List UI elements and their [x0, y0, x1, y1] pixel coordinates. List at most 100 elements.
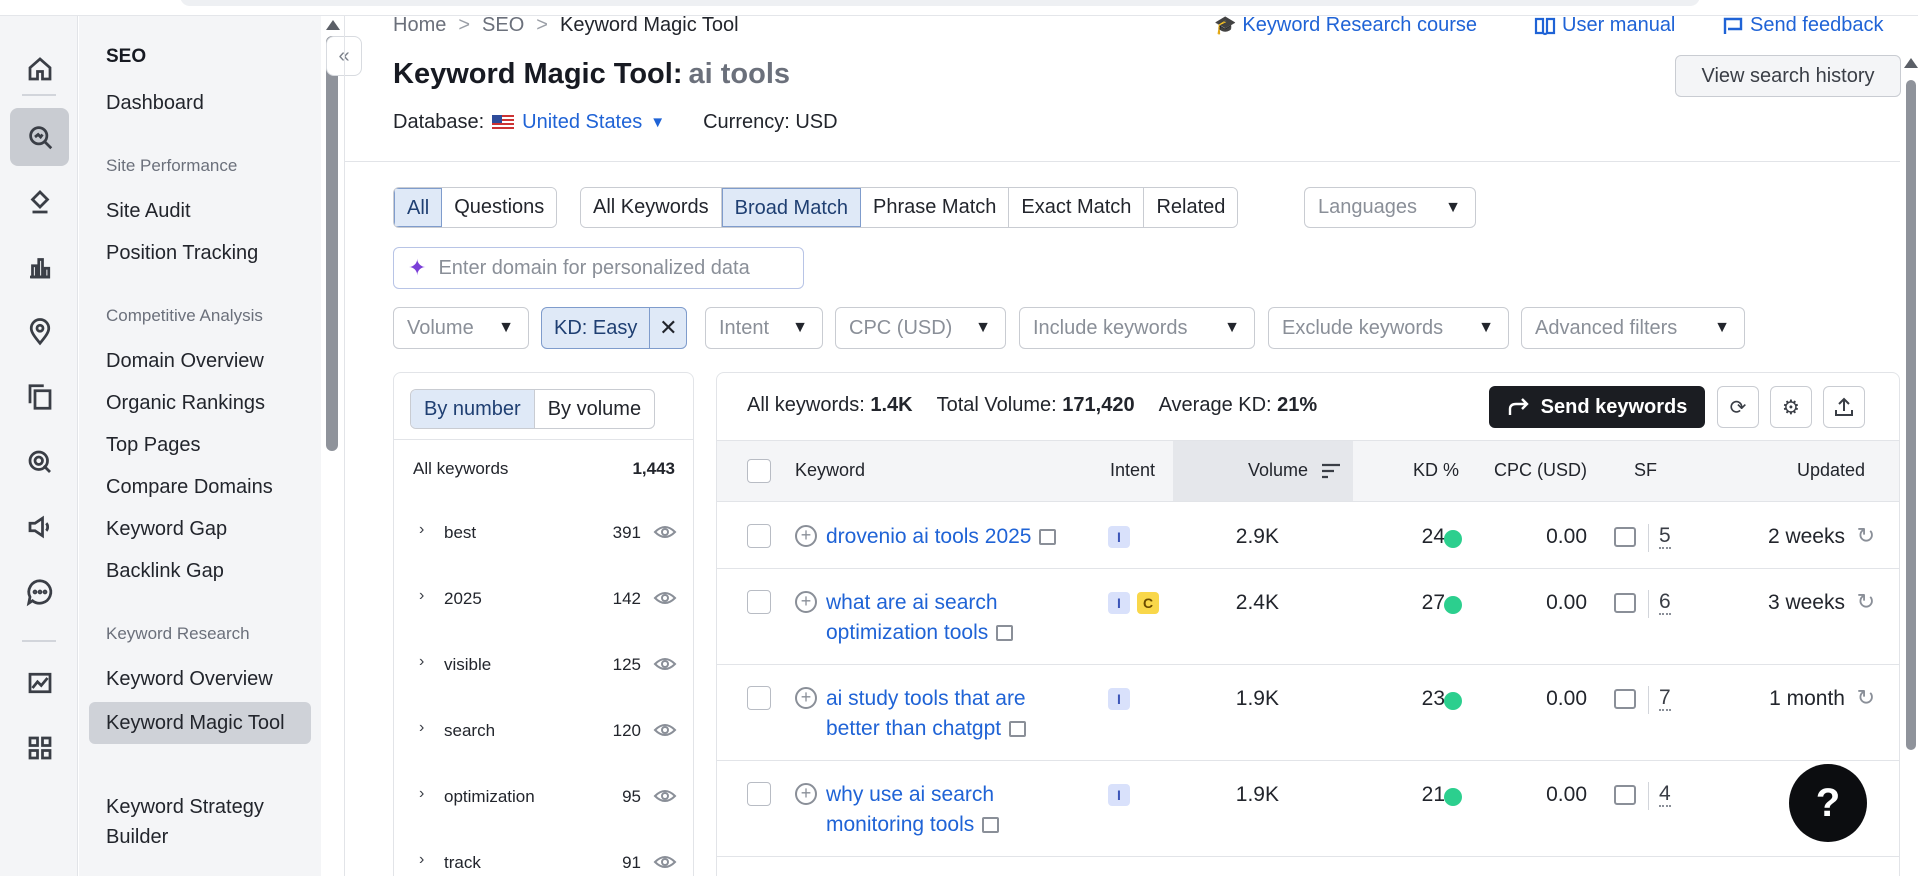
tab-related[interactable]: Related — [1144, 188, 1238, 227]
serp-snapshot-icon[interactable] — [1009, 721, 1027, 738]
nav-item-position-tracking[interactable]: Position Tracking — [106, 242, 258, 265]
page-scrollbar[interactable] — [1906, 80, 1916, 750]
serp-snapshot-icon[interactable] — [996, 625, 1014, 642]
column-kd[interactable]: KD % — [1413, 460, 1459, 481]
content-icon[interactable] — [10, 368, 69, 426]
refresh-button[interactable]: ⟳ — [1717, 386, 1759, 428]
nav-item-top-pages[interactable]: Top Pages — [106, 434, 201, 457]
column-keyword[interactable]: Keyword — [795, 460, 865, 481]
languages-dropdown[interactable]: Languages ▼ — [1304, 187, 1476, 228]
group-row[interactable]: › 2025 142 — [394, 585, 693, 615]
local-icon[interactable] — [10, 173, 69, 231]
row-checkbox[interactable] — [747, 686, 771, 710]
chat-icon[interactable] — [10, 563, 69, 621]
eye-icon[interactable] — [653, 587, 677, 609]
settings-button[interactable]: ⚙ — [1770, 386, 1812, 428]
sort-icon[interactable] — [1321, 463, 1341, 479]
sf-count[interactable]: 5 — [1659, 525, 1671, 549]
nav-item-keyword-gap[interactable]: Keyword Gap — [106, 518, 227, 541]
chevron-right-icon[interactable]: › — [419, 653, 424, 671]
group-row[interactable]: › visible 125 — [394, 651, 693, 681]
view-search-history-button[interactable]: View search history — [1675, 55, 1901, 97]
chevron-right-icon[interactable]: › — [419, 521, 424, 539]
add-keyword-icon[interactable]: + — [795, 783, 817, 805]
tab-all-keywords[interactable]: All Keywords — [581, 188, 722, 227]
tab-broad-match[interactable]: Broad Match — [721, 188, 861, 227]
eye-icon[interactable] — [653, 851, 677, 873]
keyword-research-course-link[interactable]: 🎓 Keyword Research course — [1214, 14, 1477, 37]
sf-count[interactable]: 4 — [1659, 783, 1671, 807]
nav-item-backlink-gap[interactable]: Backlink Gap — [106, 560, 224, 583]
table-row[interactable]: + drovenio ai tools 2025 I 2.9K 24 0.00 … — [717, 503, 1899, 569]
trends-icon[interactable] — [10, 654, 69, 712]
social-icon[interactable] — [10, 498, 69, 556]
table-row[interactable]: + what are ai search optimization tools I… — [717, 569, 1899, 665]
chart-bars-icon[interactable] — [10, 238, 69, 296]
select-all-checkbox[interactable] — [747, 459, 771, 483]
advanced-filters[interactable]: Advanced filters ▼ — [1521, 307, 1745, 349]
all-keywords-group-label[interactable]: All keywords — [413, 459, 508, 479]
group-row[interactable]: › track 91 — [394, 849, 693, 876]
group-row[interactable]: › optimization 95 — [394, 783, 693, 813]
group-row[interactable]: › best 391 — [394, 519, 693, 549]
keyword-link[interactable]: ai study tools that are better than chatg… — [826, 684, 1066, 744]
eye-icon[interactable] — [653, 719, 677, 741]
add-keyword-icon[interactable]: + — [795, 525, 817, 547]
nav-item-keyword-strategy-builder[interactable]: Keyword Strategy Builder — [106, 792, 306, 852]
nav-scrollbar[interactable] — [326, 36, 338, 451]
chevron-down-icon[interactable]: ▼ — [650, 114, 665, 131]
send-feedback-link[interactable]: Send feedback — [1722, 14, 1883, 37]
row-checkbox[interactable] — [747, 782, 771, 806]
kd-filter-label[interactable]: KD: Easy — [542, 308, 651, 348]
cpc-filter[interactable]: CPC (USD) ▼ — [835, 307, 1006, 349]
serp-features-icon[interactable] — [1614, 527, 1636, 547]
row-checkbox[interactable] — [747, 524, 771, 548]
column-cpc[interactable]: CPC (USD) — [1494, 460, 1587, 481]
nav-item-site-audit[interactable]: Site Audit — [106, 200, 191, 223]
serp-features-icon[interactable] — [1614, 593, 1636, 613]
nav-item-compare-domains[interactable]: Compare Domains — [106, 476, 273, 499]
breadcrumb-seo[interactable]: SEO — [482, 14, 524, 36]
sf-count[interactable]: 6 — [1659, 591, 1671, 615]
intent-filter[interactable]: Intent ▼ — [705, 307, 823, 349]
export-button[interactable] — [1823, 386, 1865, 428]
column-intent[interactable]: Intent — [1110, 460, 1155, 481]
serp-features-icon[interactable] — [1614, 785, 1636, 805]
apps-icon[interactable] — [10, 719, 69, 777]
add-keyword-icon[interactable]: + — [795, 591, 817, 613]
chevron-right-icon[interactable]: › — [419, 785, 424, 803]
keyword-link[interactable]: drovenio ai tools 2025 — [826, 522, 1066, 552]
eye-icon[interactable] — [653, 521, 677, 543]
refresh-icon[interactable]: ↻ — [1857, 523, 1875, 549]
tab-questions[interactable]: Questions — [442, 188, 557, 227]
keyword-link[interactable]: why use ai search monitoring tools — [826, 780, 1066, 840]
home-icon[interactable] — [10, 40, 69, 98]
user-manual-link[interactable]: User manual — [1534, 14, 1675, 37]
chevron-right-icon[interactable]: › — [419, 719, 424, 737]
table-row[interactable]: + ai study tools that are better than cha… — [717, 665, 1899, 761]
breadcrumb-home[interactable]: Home — [393, 14, 446, 36]
seo-icon[interactable] — [10, 108, 69, 166]
row-checkbox[interactable] — [747, 590, 771, 614]
page-scroll-up-arrow[interactable] — [1904, 58, 1918, 68]
chevron-right-icon[interactable]: › — [419, 851, 424, 869]
table-row[interactable]: + why use ai search monitoring tools I 1.… — [717, 761, 1899, 857]
nav-item-keyword-magic-tool[interactable]: Keyword Magic Tool — [89, 702, 311, 744]
close-icon[interactable]: ✕ — [650, 308, 686, 348]
chevron-right-icon[interactable]: › — [419, 587, 424, 605]
group-row[interactable]: › search 120 — [394, 717, 693, 747]
serp-snapshot-icon[interactable] — [982, 817, 1000, 834]
nav-item-dashboard[interactable]: Dashboard — [106, 92, 204, 115]
keyword-link[interactable]: what are ai search optimization tools — [826, 588, 1066, 648]
nav-item-domain-overview[interactable]: Domain Overview — [106, 350, 264, 373]
tab-all[interactable]: All — [394, 188, 443, 227]
eye-icon[interactable] — [653, 785, 677, 807]
serp-snapshot-icon[interactable] — [1039, 529, 1057, 546]
personalized-domain-input[interactable]: ✦ Enter domain for personalized data — [393, 247, 804, 289]
nav-item-organic-rankings[interactable]: Organic Rankings — [106, 392, 265, 415]
include-keywords-filter[interactable]: Include keywords ▼ — [1019, 307, 1255, 349]
database-select[interactable]: United States — [522, 111, 642, 134]
serp-features-icon[interactable] — [1614, 689, 1636, 709]
tab-exact-match[interactable]: Exact Match — [1009, 188, 1145, 227]
column-volume[interactable]: Volume — [1248, 460, 1308, 481]
